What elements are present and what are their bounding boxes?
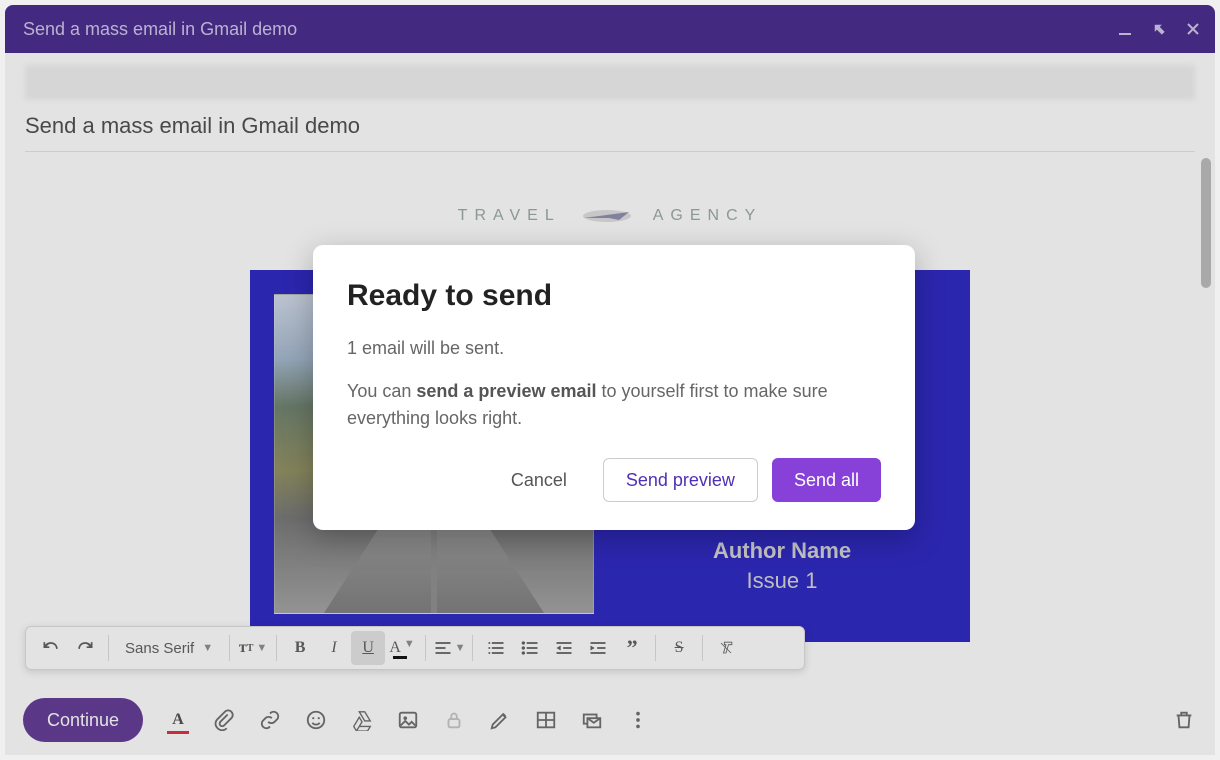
indent-less-icon[interactable] (547, 631, 581, 665)
brand-right: AGENCY (653, 207, 763, 225)
compose-window: Send a mass email in Gmail demo Send a m… (5, 5, 1215, 755)
strikethrough-icon[interactable]: S (662, 631, 696, 665)
text-format-icon[interactable]: A (165, 707, 191, 733)
collapse-icon[interactable] (1149, 19, 1169, 39)
plane-icon (579, 202, 635, 230)
clear-formatting-icon[interactable] (709, 631, 743, 665)
bold-icon[interactable]: B (283, 631, 317, 665)
link-icon[interactable] (257, 707, 283, 733)
dialog-line2-prefix: You can (347, 381, 416, 401)
insert-tools: A (165, 707, 651, 733)
compose-bottom-bar: Continue A (5, 685, 1215, 755)
window-controls (1115, 5, 1203, 53)
signature-icon[interactable] (487, 707, 513, 733)
brand-header: TRAVEL AGENCY (5, 202, 1215, 230)
attach-icon[interactable] (211, 707, 237, 733)
font-name: Sans Serif (125, 640, 194, 657)
indent-more-icon[interactable] (581, 631, 615, 665)
drive-icon[interactable] (349, 707, 375, 733)
emoji-icon[interactable] (303, 707, 329, 733)
continue-button[interactable]: Continue (23, 698, 143, 742)
window-title: Send a mass email in Gmail demo (23, 19, 297, 40)
font-select[interactable]: Sans Serif ▼ (115, 640, 223, 657)
bulleted-list-icon[interactable] (513, 631, 547, 665)
scroll-thumb[interactable] (1201, 158, 1211, 288)
discard-icon[interactable] (1171, 707, 1197, 733)
dialog-line1: 1 email will be sent. (347, 335, 881, 362)
author-name: Author Name (713, 538, 851, 564)
text-color-icon[interactable]: A▼ (385, 631, 419, 665)
underline-icon[interactable]: U (351, 631, 385, 665)
cancel-button[interactable]: Cancel (489, 458, 589, 502)
quote-icon[interactable]: ” (615, 631, 649, 665)
title-bar: Send a mass email in Gmail demo (5, 5, 1215, 53)
more-icon[interactable] (625, 707, 651, 733)
undo-icon[interactable] (34, 631, 68, 665)
subject-field[interactable]: Send a mass email in Gmail demo (25, 113, 1195, 152)
send-preview-button[interactable]: Send preview (603, 458, 758, 502)
formatting-toolbar: Sans Serif ▼ тT▼ B I U A▼ ▼ ” S (25, 626, 805, 670)
close-icon[interactable] (1183, 19, 1203, 39)
confidential-icon[interactable] (441, 707, 467, 733)
ready-to-send-dialog: Ready to send 1 email will be sent. You … (313, 245, 915, 530)
italic-icon[interactable]: I (317, 631, 351, 665)
insert-image-icon[interactable] (395, 707, 421, 733)
dialog-buttons: Cancel Send preview Send all (347, 458, 881, 502)
minimize-icon[interactable] (1115, 19, 1135, 39)
align-icon[interactable]: ▼ (432, 631, 466, 665)
issue-label: Issue 1 (747, 568, 818, 594)
chevron-down-icon: ▼ (202, 642, 213, 654)
layout-icon[interactable] (533, 707, 559, 733)
mail-merge-icon[interactable] (579, 707, 605, 733)
font-size-icon[interactable]: тT▼ (236, 631, 270, 665)
send-all-button[interactable]: Send all (772, 458, 881, 502)
dialog-line2: You can send a preview email to yourself… (347, 378, 881, 432)
redo-icon[interactable] (68, 631, 102, 665)
recipients-field[interactable] (25, 65, 1195, 99)
numbered-list-icon[interactable] (479, 631, 513, 665)
dialog-title: Ready to send (347, 279, 881, 313)
dialog-line2-bold: send a preview email (416, 381, 596, 401)
compose-headers: Send a mass email in Gmail demo (5, 53, 1215, 152)
brand-left: TRAVEL (458, 207, 561, 225)
